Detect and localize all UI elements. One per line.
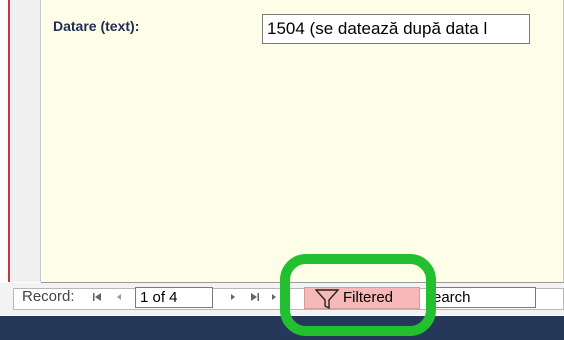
first-record-icon[interactable] [90,287,104,307]
search-input[interactable]: earch [428,287,536,308]
current-record-field[interactable]: 1 of 4 [135,287,213,308]
next-record-icon[interactable] [226,287,240,307]
record-label: Record: [22,288,75,305]
window-left-border [0,0,10,282]
datare-text-label: Datare (text): [53,18,140,34]
form-detail-section: Datare (text): 1504 (se datează după dat… [41,0,564,283]
record-selector-bar[interactable] [10,0,41,282]
annotation-highlight-ring [280,254,436,336]
previous-record-icon[interactable] [112,287,126,307]
datare-text-field[interactable]: 1504 (se datează după data l [262,14,530,44]
last-record-icon[interactable] [248,287,262,307]
